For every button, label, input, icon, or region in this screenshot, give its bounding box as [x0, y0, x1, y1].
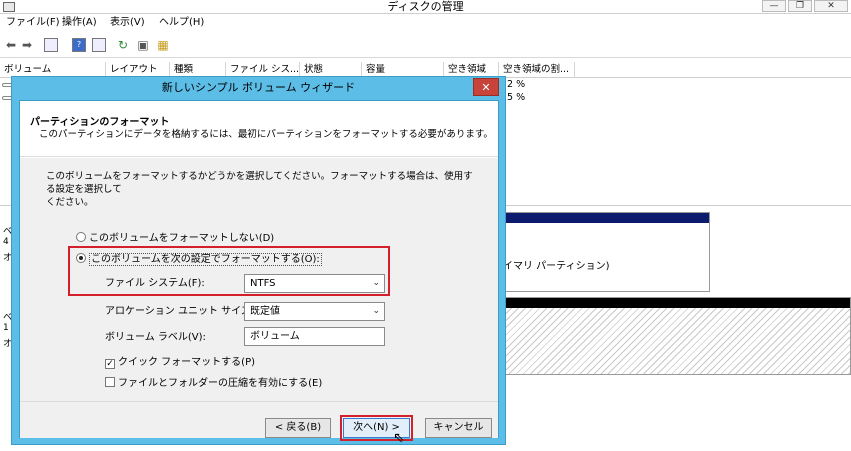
partition-label: イマリ パーティション)	[503, 261, 610, 272]
radio-no-format[interactable]: このボリュームをフォーマットしない(D)	[76, 232, 274, 246]
quick-format-checkbox[interactable]: ✓ クイック フォーマットする(P)	[105, 356, 255, 370]
wizard-icon[interactable]: ▦	[156, 38, 170, 52]
toolbar: ⬅ ➡ ? ↻ ▣ ▦	[0, 32, 851, 58]
quick-format-label: クイック フォーマットする(P)	[118, 357, 256, 368]
wizard-button-bar: < 戻る(B) 次へ(N) > キャンセル	[20, 401, 498, 441]
volume-label-input[interactable]: ボリューム	[244, 327, 385, 346]
unallocated-header-bar	[501, 298, 850, 308]
radio-format-label: このボリュームを次の設定でフォーマットする(O):	[89, 253, 322, 266]
refresh-icon[interactable]: ↻	[116, 38, 130, 52]
wizard-page-content: このボリュームをフォーマットするかどうかを選択してください。フォーマットする場合…	[20, 158, 498, 401]
window-title: ディスクの管理	[387, 0, 464, 13]
volume-label-label: ボリューム ラベル(V):	[105, 332, 206, 343]
allocation-unit-size-select[interactable]: 既定値 ⌄	[244, 302, 385, 321]
unallocated-space-block[interactable]	[500, 297, 851, 375]
radio-no-format-label: このボリュームをフォーマットしない(D)	[89, 233, 275, 244]
minimize-button[interactable]: —	[762, 0, 786, 12]
instruction-text: このボリュームをフォーマットするかどうかを選択してください。フォーマットする場合…	[46, 170, 476, 209]
primary-partition-block[interactable]: イマリ パーティション)	[500, 212, 710, 292]
file-system-label: ファイル システム(F):	[105, 278, 205, 289]
menu-help[interactable]: ヘルプ(H)	[159, 17, 204, 29]
disk-label-fragment: 1	[3, 323, 9, 333]
compression-label: ファイルとフォルダーの圧縮を有効にする(E)	[118, 378, 323, 389]
free-percent: 5 %	[507, 92, 526, 103]
mouse-pointer-icon: ⇖	[393, 430, 405, 446]
allocation-unit-size-value: 既定値	[250, 306, 280, 317]
chevron-down-icon: ⌄	[372, 278, 380, 288]
checkbox-checked-icon[interactable]: ✓	[105, 359, 115, 369]
menu-bar: ファイル(F) 操作(A) 表示(V) ヘルプ(H)	[0, 15, 851, 31]
dialog-body: パーティションのフォーマット このパーティションにデータを格納するには、最初にパ…	[19, 100, 499, 441]
radio-format-with-settings[interactable]: このボリュームを次の設定でフォーマットする(O):	[76, 253, 322, 267]
menu-action[interactable]: 操作(A)	[62, 17, 97, 29]
forward-arrow-icon[interactable]: ➡	[20, 38, 34, 52]
disk-label-fragment: 4	[3, 237, 9, 247]
menu-file[interactable]: ファイル(F)	[6, 17, 60, 29]
checkbox-unchecked-icon[interactable]	[105, 377, 115, 387]
radio-button-selected-icon[interactable]	[76, 253, 86, 263]
main-title-bar: ディスクの管理 — ❐ ✕	[0, 0, 851, 14]
compression-checkbox[interactable]: ファイルとフォルダーの圧縮を有効にする(E)	[105, 377, 322, 391]
file-system-select[interactable]: NTFS ⌄	[244, 274, 385, 293]
column-header-free-percent[interactable]: 空き領域の割...	[499, 62, 575, 78]
instruction-line: ください。	[46, 197, 94, 208]
back-button[interactable]: < 戻る(B)	[265, 418, 331, 438]
new-simple-volume-wizard: 新しいシンプル ボリューム ウィザード ✕ パーティションのフォーマット このパ…	[11, 76, 506, 445]
cancel-button[interactable]: キャンセル	[425, 418, 492, 438]
help-icon[interactable]: ?	[72, 38, 86, 52]
instruction-line: このボリュームをフォーマットするかどうかを選択してください。フォーマットする場合…	[46, 171, 473, 195]
show-hide-pane-icon[interactable]	[44, 38, 58, 52]
close-window-button[interactable]: ✕	[814, 0, 848, 12]
page-subtitle: このパーティションにデータを格納するには、最初にパーティションをフォーマットする…	[39, 129, 493, 140]
chevron-down-icon: ⌄	[372, 306, 380, 316]
radio-button-icon[interactable]	[76, 232, 86, 242]
menu-view[interactable]: 表示(V)	[110, 17, 145, 29]
maximize-button[interactable]: ❐	[788, 0, 812, 12]
dialog-title: 新しいシンプル ボリューム ウィザード	[161, 81, 356, 94]
partition-header-bar	[501, 213, 709, 223]
settings-icon[interactable]: ▣	[136, 38, 150, 52]
wizard-page-header: パーティションのフォーマット このパーティションにデータを格納するには、最初にパ…	[20, 101, 498, 157]
properties-icon[interactable]	[92, 38, 106, 52]
back-arrow-icon[interactable]: ⬅	[4, 38, 18, 52]
file-system-value: NTFS	[250, 278, 276, 289]
free-percent: 2 %	[507, 79, 526, 90]
dialog-close-button[interactable]: ✕	[473, 78, 499, 96]
